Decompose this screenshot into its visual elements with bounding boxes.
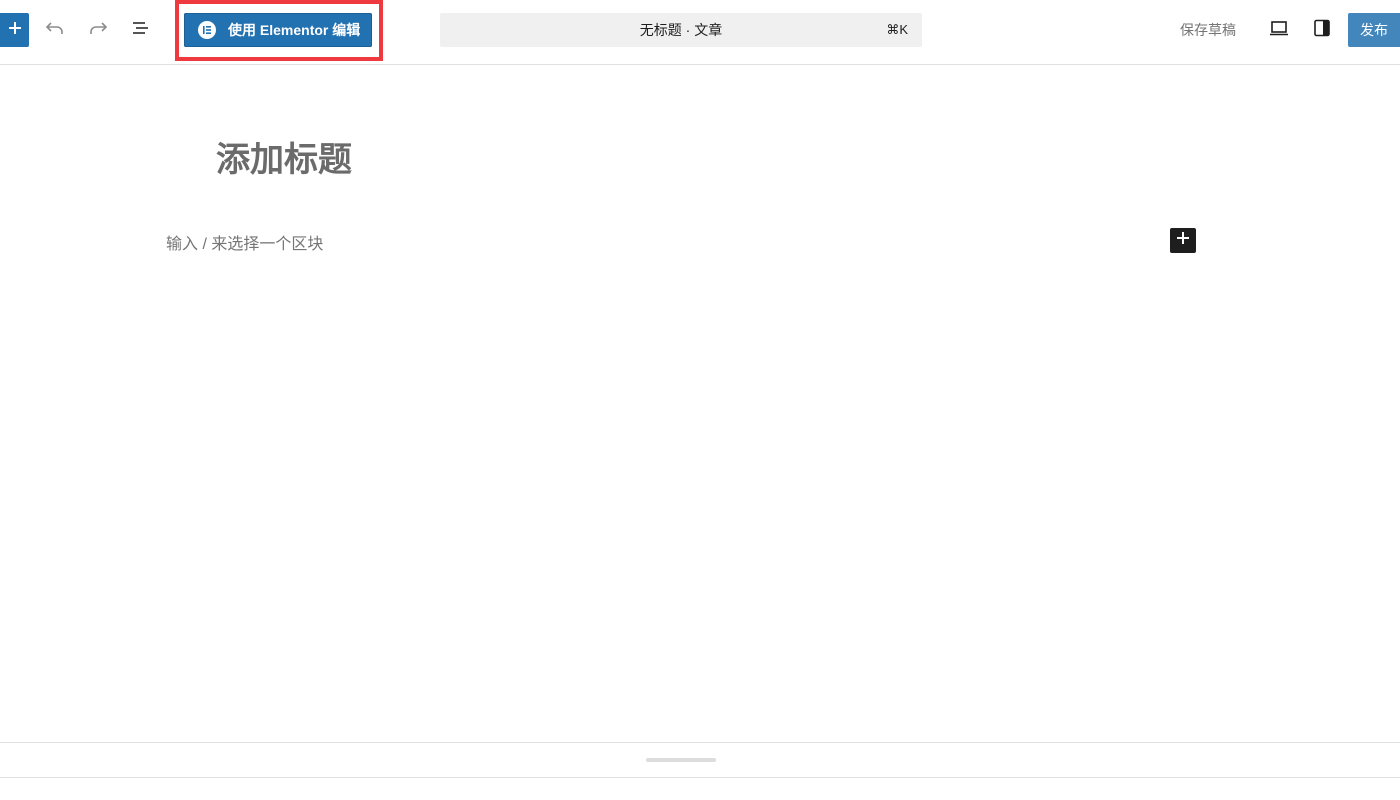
command-shortcut: ⌘K — [886, 22, 908, 37]
undo-button[interactable] — [42, 17, 68, 43]
editor-header: 使用 Elementor 编辑 无标题 · 文章 ⌘K 保存草稿 发布 — [0, 0, 1400, 65]
post-title-field[interactable]: 添加标题 — [216, 132, 352, 181]
preview-button[interactable] — [1266, 17, 1292, 43]
default-block-placeholder[interactable]: 输入 / 来选择一个区块 — [166, 230, 323, 254]
block-inserter-button[interactable] — [0, 13, 29, 47]
edit-with-elementor-label: 使用 Elementor 编辑 — [228, 22, 361, 38]
settings-sidebar-toggle[interactable] — [1309, 17, 1335, 43]
edit-with-elementor-button[interactable]: 使用 Elementor 编辑 — [184, 13, 372, 47]
command-palette-bar[interactable]: 无标题 · 文章 ⌘K — [440, 13, 922, 47]
sidebar-settings-icon — [1311, 17, 1333, 44]
publish-button[interactable]: 发布 — [1348, 13, 1400, 47]
footer-divider — [0, 742, 1400, 743]
elementor-logo-icon — [198, 21, 216, 39]
redo-icon — [87, 17, 109, 44]
document-title: 无标题 · 文章 — [639, 22, 723, 38]
undo-icon — [44, 17, 66, 44]
add-block-button[interactable] — [1170, 228, 1196, 253]
panel-resize-handle[interactable] — [646, 758, 716, 762]
save-draft-button[interactable]: 保存草稿 — [1180, 13, 1236, 47]
redo-button[interactable] — [85, 17, 111, 43]
document-overview-button[interactable] — [128, 17, 154, 43]
plus-icon — [1176, 231, 1190, 250]
footer-bottom-divider — [0, 777, 1400, 778]
laptop-preview-icon — [1268, 17, 1290, 44]
list-view-icon — [130, 17, 152, 44]
plus-icon — [7, 20, 23, 41]
